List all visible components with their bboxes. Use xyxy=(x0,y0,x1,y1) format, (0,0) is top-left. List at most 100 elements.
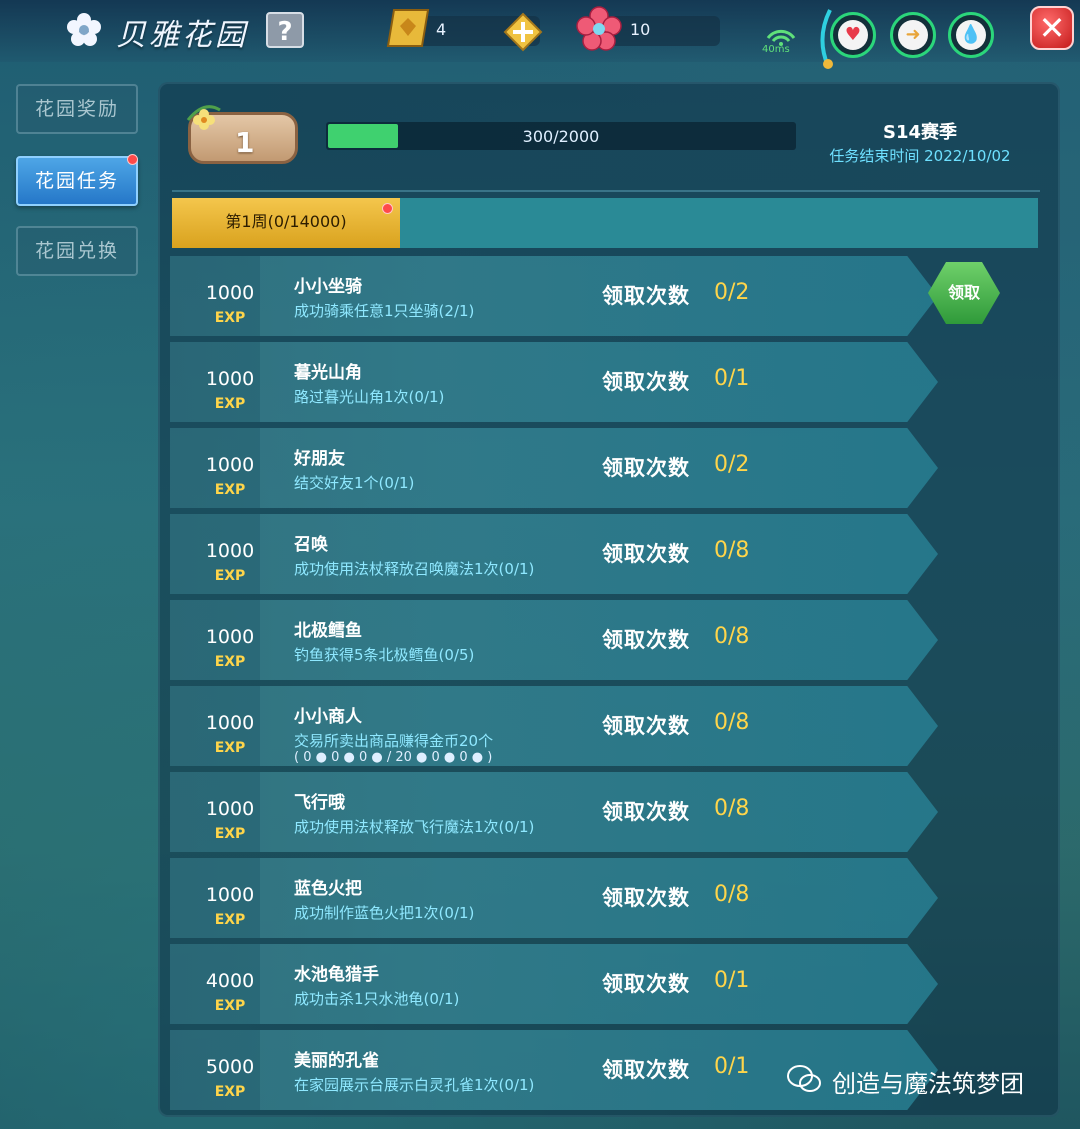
task-desc: 交易所卖出商品赚得金币20个 xyxy=(294,732,494,750)
water-drop-icon: 💧 xyxy=(956,20,986,50)
task-exp-value: 1000 xyxy=(205,540,255,562)
task-desc: 成功骑乘任意1只坐骑(2/1) xyxy=(294,302,475,320)
divider xyxy=(172,190,1040,192)
task-desc: 钓鱼获得5条北极鳕鱼(0/5) xyxy=(294,646,475,664)
task-desc: 成功制作蓝色火把1次(0/1) xyxy=(294,904,475,922)
energy-arc-icon xyxy=(820,9,833,69)
gold-ticket-icon xyxy=(386,9,430,47)
tab-garden-exchange[interactable]: 花园兑换 xyxy=(16,226,138,276)
water-meter: 💧 xyxy=(948,12,994,58)
claim-count-label: 领取次数 xyxy=(602,714,690,738)
task-exp-value: 4000 xyxy=(205,970,255,992)
task-name: 蓝色火把 xyxy=(294,879,362,899)
task-name: 暮光山角 xyxy=(294,363,362,383)
task-name: 召唤 xyxy=(294,535,328,555)
close-button[interactable]: ✕ xyxy=(1030,6,1074,50)
help-button[interactable]: ? xyxy=(266,12,304,48)
claim-count-value: 0/8 xyxy=(714,882,750,907)
watermark-text: 创造与魔法筑梦团 xyxy=(832,1070,1024,1098)
task-exp-label: EXP xyxy=(214,998,246,1014)
task-row xyxy=(170,256,938,336)
task-row xyxy=(170,686,938,766)
task-name: 小小坐骑 xyxy=(294,277,362,297)
task-exp-label: EXP xyxy=(214,740,246,756)
task-exp-label: EXP xyxy=(214,568,246,584)
claim-count-value: 0/1 xyxy=(714,366,750,391)
claim-count-value: 0/1 xyxy=(714,968,750,993)
task-row xyxy=(170,428,938,508)
level-number: 1 xyxy=(235,126,255,159)
claim-count-value: 0/8 xyxy=(714,710,750,735)
heart-icon: ♥ xyxy=(838,20,868,50)
task-row xyxy=(170,600,938,680)
tab-garden-rewards[interactable]: 花园奖励 xyxy=(16,84,138,134)
task-exp-value: 1000 xyxy=(205,454,255,476)
task-desc: 在家园展示台展示白灵孔雀1次(0/1) xyxy=(294,1076,535,1094)
level-progress-text: 300/2000 xyxy=(522,127,600,146)
arm-icon: ➜ xyxy=(898,20,928,50)
badge-flower-icon xyxy=(186,105,221,130)
gold-count: 4 xyxy=(436,20,447,39)
task-row xyxy=(170,944,938,1024)
ping-text: 40ms xyxy=(762,44,790,55)
claim-count-value: 0/8 xyxy=(714,796,750,821)
task-row xyxy=(170,1030,938,1110)
task-exp-value: 1000 xyxy=(205,798,255,820)
red-flower-icon xyxy=(576,6,622,51)
task-row xyxy=(170,858,938,938)
task-exp-value: 1000 xyxy=(205,712,255,734)
claim-count-value: 0/2 xyxy=(714,452,750,477)
claim-count-label: 领取次数 xyxy=(602,542,690,566)
task-exp-value: 1000 xyxy=(205,884,255,906)
claim-count-value: 0/1 xyxy=(714,1054,750,1079)
task-row xyxy=(170,772,938,852)
task-exp-value: 5000 xyxy=(205,1056,255,1078)
task-desc: 成功击杀1只水池龟(0/1) xyxy=(294,990,460,1008)
task-exp-label: EXP xyxy=(214,826,246,842)
task-name: 小小商人 xyxy=(294,707,362,727)
task-name: 好朋友 xyxy=(294,449,345,469)
tab-week-1[interactable]: 第1周(0/14000) xyxy=(172,198,400,248)
claim-count-label: 领取次数 xyxy=(602,886,690,910)
task-desc: 成功使用法杖释放飞行魔法1次(0/1) xyxy=(294,818,535,836)
flower-icon xyxy=(67,13,101,46)
stamina-meter: ➜ xyxy=(890,12,936,58)
claim-count-label: 领取次数 xyxy=(602,456,690,480)
notification-dot xyxy=(382,203,393,214)
claim-count-value: 0/8 xyxy=(714,624,750,649)
task-name: 飞行哦 xyxy=(294,793,345,813)
task-desc: 路过暮光山角1次(0/1) xyxy=(294,388,445,406)
task-coin-progress: ( 0 ● 0 ● 0 ● / 20 ● 0 ● 0 ● ) xyxy=(294,750,493,765)
claim-count-label: 领取次数 xyxy=(602,972,690,996)
task-exp-label: EXP xyxy=(214,912,246,928)
task-name: 水池龟猎手 xyxy=(294,965,379,985)
claim-count-label: 领取次数 xyxy=(602,1058,690,1082)
season-title: S14赛季 xyxy=(882,122,957,143)
claim-count-label: 领取次数 xyxy=(602,284,690,308)
task-desc: 结交好友1个(0/1) xyxy=(294,474,415,492)
task-exp-value: 1000 xyxy=(205,282,255,304)
task-exp-label: EXP xyxy=(214,310,246,326)
add-gold-button[interactable] xyxy=(503,12,543,52)
tab-garden-tasks[interactable]: 花园任务 xyxy=(16,156,138,206)
task-row xyxy=(170,514,938,594)
claim-count-label: 领取次数 xyxy=(602,628,690,652)
claim-count-label: 领取次数 xyxy=(602,370,690,394)
task-exp-label: EXP xyxy=(214,654,246,670)
wechat-icon xyxy=(787,1065,821,1092)
wifi-signal-icon xyxy=(766,29,796,46)
health-meter: ♥ xyxy=(830,12,876,58)
task-name: 美丽的孔雀 xyxy=(294,1051,379,1071)
season-end-time: 任务结束时间 2022/10/02 xyxy=(829,147,1011,165)
claim-count-value: 0/2 xyxy=(714,280,750,305)
claim-count-label: 领取次数 xyxy=(602,800,690,824)
task-exp-value: 1000 xyxy=(205,626,255,648)
task-desc: 成功使用法杖释放召唤魔法1次(0/1) xyxy=(294,560,535,578)
notification-dot xyxy=(127,154,138,165)
flower-count: 10 xyxy=(630,20,651,39)
task-exp-label: EXP xyxy=(214,396,246,412)
task-exp-label: EXP xyxy=(214,482,246,498)
app-title: 贝雅花园 xyxy=(116,18,248,53)
claim-count-value: 0/8 xyxy=(714,538,750,563)
task-exp-value: 1000 xyxy=(205,368,255,390)
